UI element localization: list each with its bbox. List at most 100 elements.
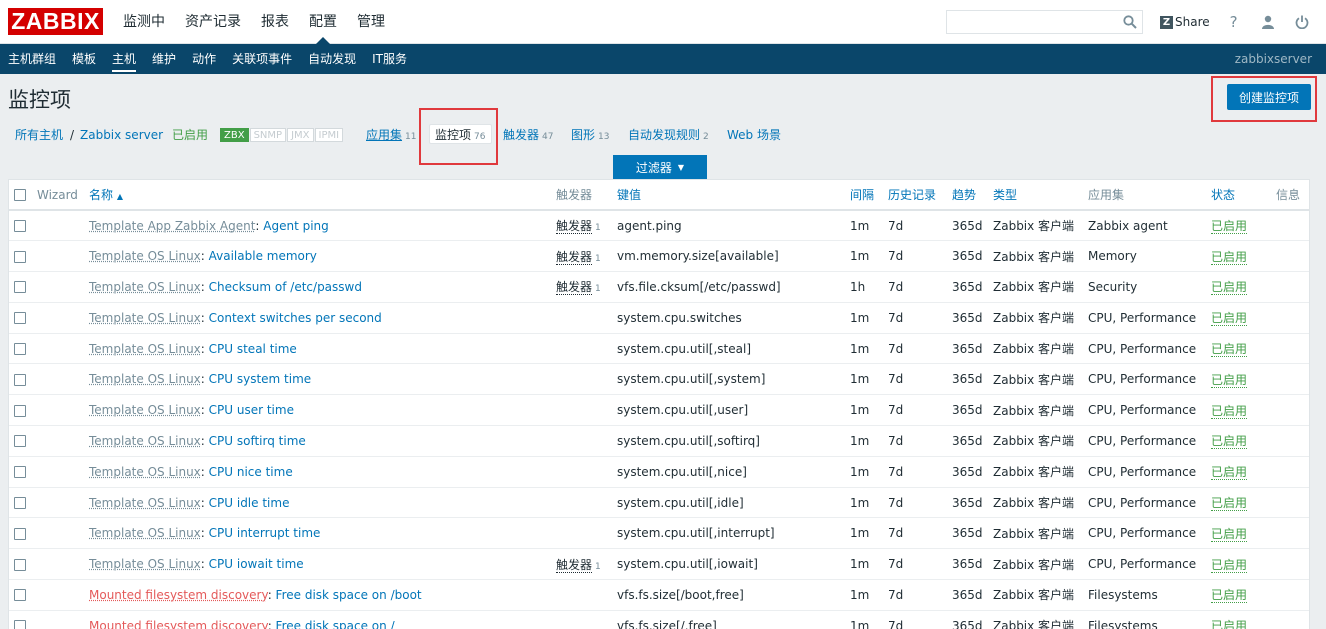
sub-menu-item[interactable]: 自动发现 bbox=[300, 44, 364, 74]
row-checkbox[interactable] bbox=[14, 343, 26, 355]
item-name-link[interactable]: Checksum of /etc/passwd bbox=[209, 280, 362, 294]
sub-menu-item[interactable]: 维护 bbox=[144, 44, 184, 74]
top-menu-item[interactable]: 报表 bbox=[251, 0, 299, 44]
row-checkbox[interactable] bbox=[14, 559, 26, 571]
search-icon[interactable] bbox=[1123, 15, 1137, 32]
item-name-link[interactable]: CPU steal time bbox=[209, 342, 297, 356]
item-name-link[interactable]: CPU user time bbox=[209, 403, 294, 417]
create-item-button[interactable]: 创建监控项 bbox=[1227, 84, 1311, 110]
status-toggle[interactable]: 已启用 bbox=[1211, 496, 1247, 511]
row-checkbox[interactable] bbox=[14, 528, 26, 540]
item-name-link[interactable]: CPU idle time bbox=[209, 496, 290, 510]
row-checkbox[interactable] bbox=[14, 589, 26, 601]
top-menu-item[interactable]: 配置 bbox=[299, 0, 347, 44]
status-toggle[interactable]: 已启用 bbox=[1211, 434, 1247, 449]
template-link[interactable]: Template OS Linux bbox=[89, 465, 201, 479]
template-link[interactable]: Mounted filesystem discovery bbox=[89, 588, 268, 602]
row-checkbox[interactable] bbox=[14, 620, 26, 629]
status-cell: 已启用 bbox=[1206, 395, 1271, 426]
web-scenarios-link[interactable]: Web 场景 bbox=[727, 121, 781, 149]
template-link[interactable]: Template OS Linux bbox=[89, 403, 201, 417]
triggers-link[interactable]: 触发器 bbox=[556, 250, 592, 265]
sub-menu-item[interactable]: IT服务 bbox=[364, 44, 415, 74]
triggers-link[interactable]: 触发器 bbox=[556, 280, 592, 295]
item-name-link[interactable]: CPU iowait time bbox=[209, 557, 304, 571]
item-name-link[interactable]: Agent ping bbox=[263, 219, 329, 233]
status-toggle[interactable]: 已启用 bbox=[1211, 558, 1247, 573]
item-name-link[interactable]: Context switches per second bbox=[209, 311, 382, 325]
search-input[interactable] bbox=[947, 11, 1119, 33]
item-name-link[interactable]: CPU system time bbox=[209, 372, 312, 386]
template-link[interactable]: Template OS Linux bbox=[89, 280, 201, 294]
triggers-link[interactable]: 触发器 47 bbox=[503, 121, 553, 151]
status-toggle[interactable]: 已启用 bbox=[1211, 619, 1247, 629]
template-link[interactable]: Template OS Linux bbox=[89, 526, 201, 540]
filter-toggle[interactable]: 过滤器 ▼ bbox=[613, 155, 707, 179]
select-all-checkbox[interactable] bbox=[14, 189, 26, 201]
graphs-link[interactable]: 图形 13 bbox=[571, 121, 609, 151]
template-link[interactable]: Template OS Linux bbox=[89, 434, 201, 448]
row-checkbox[interactable] bbox=[14, 281, 26, 293]
template-link[interactable]: Template OS Linux bbox=[89, 342, 201, 356]
row-checkbox[interactable] bbox=[14, 220, 26, 232]
help-icon[interactable]: ? bbox=[1217, 0, 1251, 44]
status-toggle[interactable]: 已启用 bbox=[1211, 250, 1247, 265]
share-button[interactable]: Z Share bbox=[1153, 15, 1217, 29]
zabbix-logo[interactable]: ZABBIX bbox=[8, 8, 103, 35]
search-box[interactable] bbox=[946, 10, 1143, 34]
triggers-link[interactable]: 触发器 bbox=[556, 219, 592, 234]
status-toggle[interactable]: 已启用 bbox=[1211, 219, 1247, 234]
triggers-link[interactable]: 触发器 bbox=[556, 558, 592, 573]
header-status[interactable]: 状态 bbox=[1206, 180, 1271, 210]
header-key[interactable]: 键值 bbox=[612, 180, 845, 210]
item-name-link[interactable]: Available memory bbox=[209, 249, 317, 263]
all-hosts-link[interactable]: 所有主机 bbox=[15, 121, 63, 149]
sign-out-icon[interactable] bbox=[1285, 0, 1319, 44]
sub-menu-item[interactable]: 主机群组 bbox=[0, 44, 64, 74]
template-link[interactable]: Template OS Linux bbox=[89, 311, 201, 325]
host-link[interactable]: Zabbix server bbox=[80, 121, 163, 149]
item-name-link[interactable]: CPU nice time bbox=[209, 465, 293, 479]
row-checkbox[interactable] bbox=[14, 374, 26, 386]
trends-cell: 365d bbox=[947, 549, 988, 580]
applications-link[interactable]: 应用集 11 bbox=[366, 121, 416, 151]
status-toggle[interactable]: 已启用 bbox=[1211, 465, 1247, 480]
template-link[interactable]: Template OS Linux bbox=[89, 557, 201, 571]
template-link[interactable]: Template OS Linux bbox=[89, 496, 201, 510]
user-profile-icon[interactable] bbox=[1251, 0, 1285, 44]
item-name-link[interactable]: Free disk space on /boot bbox=[276, 588, 422, 602]
row-checkbox[interactable] bbox=[14, 405, 26, 417]
template-link[interactable]: Template OS Linux bbox=[89, 249, 201, 263]
sub-menu-item[interactable]: 模板 bbox=[64, 44, 104, 74]
status-toggle[interactable]: 已启用 bbox=[1211, 311, 1247, 326]
status-toggle[interactable]: 已启用 bbox=[1211, 342, 1247, 357]
top-menu-item[interactable]: 监测中 bbox=[113, 0, 175, 44]
header-trends[interactable]: 趋势 bbox=[947, 180, 988, 210]
header-history[interactable]: 历史记录 bbox=[883, 180, 947, 210]
header-type[interactable]: 类型 bbox=[988, 180, 1083, 210]
discovery-rules-link[interactable]: 自动发现规则 2 bbox=[628, 121, 709, 151]
template-link[interactable]: Template OS Linux bbox=[89, 372, 201, 386]
row-checkbox[interactable] bbox=[14, 251, 26, 263]
top-menu-item[interactable]: 资产记录 bbox=[175, 0, 251, 44]
template-link[interactable]: Template App Zabbix Agent bbox=[89, 219, 255, 233]
item-name-link[interactable]: CPU interrupt time bbox=[209, 526, 321, 540]
header-name[interactable]: 名称 ▲ bbox=[84, 180, 551, 210]
sub-menu-item[interactable]: 关联项事件 bbox=[224, 44, 300, 74]
sub-menu-item[interactable]: 动作 bbox=[184, 44, 224, 74]
row-checkbox[interactable] bbox=[14, 435, 26, 447]
status-toggle[interactable]: 已启用 bbox=[1211, 404, 1247, 419]
row-checkbox[interactable] bbox=[14, 312, 26, 324]
row-checkbox[interactable] bbox=[14, 466, 26, 478]
sub-menu-item[interactable]: 主机 bbox=[104, 44, 144, 74]
header-interval[interactable]: 间隔 bbox=[845, 180, 883, 210]
item-name-link[interactable]: Free disk space on / bbox=[276, 619, 395, 629]
status-toggle[interactable]: 已启用 bbox=[1211, 588, 1247, 603]
item-name-link[interactable]: CPU softirq time bbox=[209, 434, 306, 448]
status-toggle[interactable]: 已启用 bbox=[1211, 280, 1247, 295]
status-toggle[interactable]: 已启用 bbox=[1211, 527, 1247, 542]
row-checkbox[interactable] bbox=[14, 497, 26, 509]
top-menu-item[interactable]: 管理 bbox=[347, 0, 395, 44]
template-link[interactable]: Mounted filesystem discovery bbox=[89, 619, 268, 629]
status-toggle[interactable]: 已启用 bbox=[1211, 373, 1247, 388]
